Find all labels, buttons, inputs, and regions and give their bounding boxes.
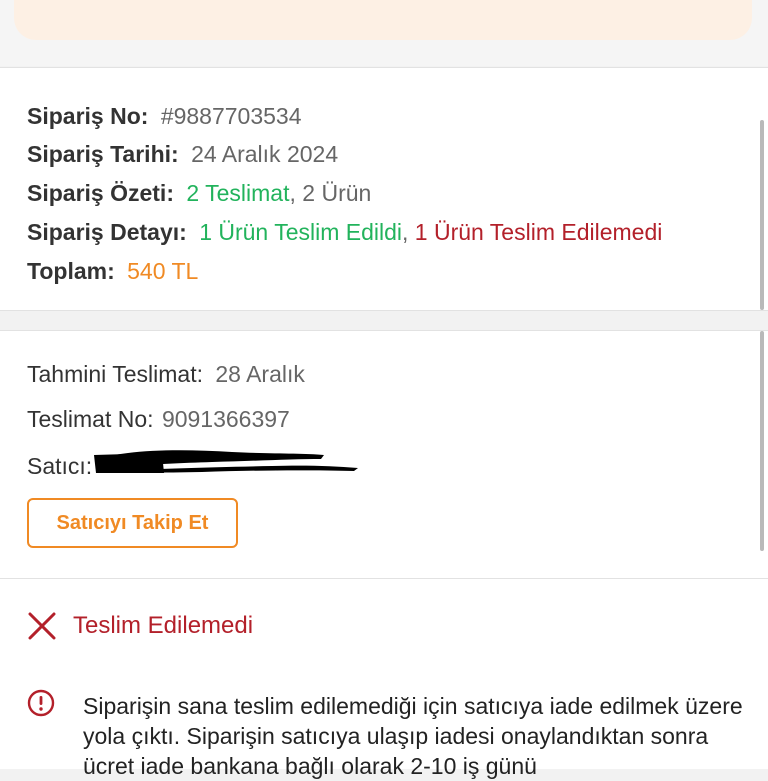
order-no-value: #9887703534 bbox=[160, 103, 302, 129]
order-date-label: Sipariş Tarihi: bbox=[27, 141, 179, 167]
close-icon bbox=[28, 612, 56, 640]
delivery-no-label: Teslimat No: bbox=[27, 406, 154, 432]
status-header: Teslim Edilemedi bbox=[27, 611, 253, 641]
scrollbar[interactable] bbox=[760, 120, 764, 310]
order-summary-card: Sipariş No: #9887703534 Sipariş Tarihi: … bbox=[0, 67, 768, 311]
order-total-label: Toplam: bbox=[27, 258, 115, 284]
status-title: Teslim Edilemedi bbox=[73, 612, 254, 639]
order-date-row: Sipariş Tarihi: 24 Aralık 2024 bbox=[27, 141, 338, 168]
order-detail-delivered[interactable]: 1 Ürün Teslim Edildi bbox=[199, 219, 402, 245]
seller-row: Satıcı: bbox=[27, 453, 92, 480]
top-strip bbox=[0, 0, 768, 66]
order-summary-label: Sipariş Özeti: bbox=[27, 180, 174, 206]
follow-seller-button[interactable]: Satıcıyı Takip Et bbox=[27, 498, 238, 548]
info-icon bbox=[27, 689, 55, 717]
top-banner bbox=[14, 0, 752, 40]
redacted-seller-name bbox=[94, 450, 358, 473]
estimated-delivery-value: 28 Aralık bbox=[215, 361, 305, 387]
order-no-label: Sipariş No: bbox=[27, 103, 149, 129]
delivery-no-row: Teslimat No: 9091366397 bbox=[27, 406, 290, 433]
estimated-delivery-row: Tahmini Teslimat: 28 Aralık bbox=[27, 361, 305, 388]
delivery-card: Tahmini Teslimat: 28 Aralık Teslimat No:… bbox=[0, 330, 768, 579]
order-total-row: Toplam: 540 TL bbox=[27, 258, 198, 285]
order-detail-label: Sipariş Detayı: bbox=[27, 219, 187, 245]
order-summary-products: , 2 Ürün bbox=[289, 180, 372, 206]
estimated-delivery-label: Tahmini Teslimat: bbox=[27, 361, 203, 387]
seller-label: Satıcı: bbox=[27, 453, 93, 479]
delivery-no-value: 9091366397 bbox=[161, 406, 290, 432]
order-summary-row: Sipariş Özeti: 2 Teslimat, 2 Ürün bbox=[27, 180, 371, 207]
delivery-status-card: Teslim Edilemedi Siparişin sana teslim e… bbox=[0, 578, 768, 779]
order-summary-deliveries[interactable]: 2 Teslimat bbox=[186, 180, 289, 206]
order-total-value: 540 TL bbox=[127, 258, 199, 284]
order-detail-row: Sipariş Detayı: 1 Ürün Teslim Edildi, 1 … bbox=[27, 219, 662, 246]
order-detail-separator: , bbox=[402, 219, 409, 245]
order-date-value: 24 Aralık 2024 bbox=[191, 141, 339, 167]
scrollbar-lower[interactable] bbox=[760, 331, 764, 551]
order-detail-undelivered[interactable]: 1 Ürün Teslim Edilemedi bbox=[415, 219, 663, 245]
order-no-row: Sipariş No: #9887703534 bbox=[27, 103, 302, 130]
